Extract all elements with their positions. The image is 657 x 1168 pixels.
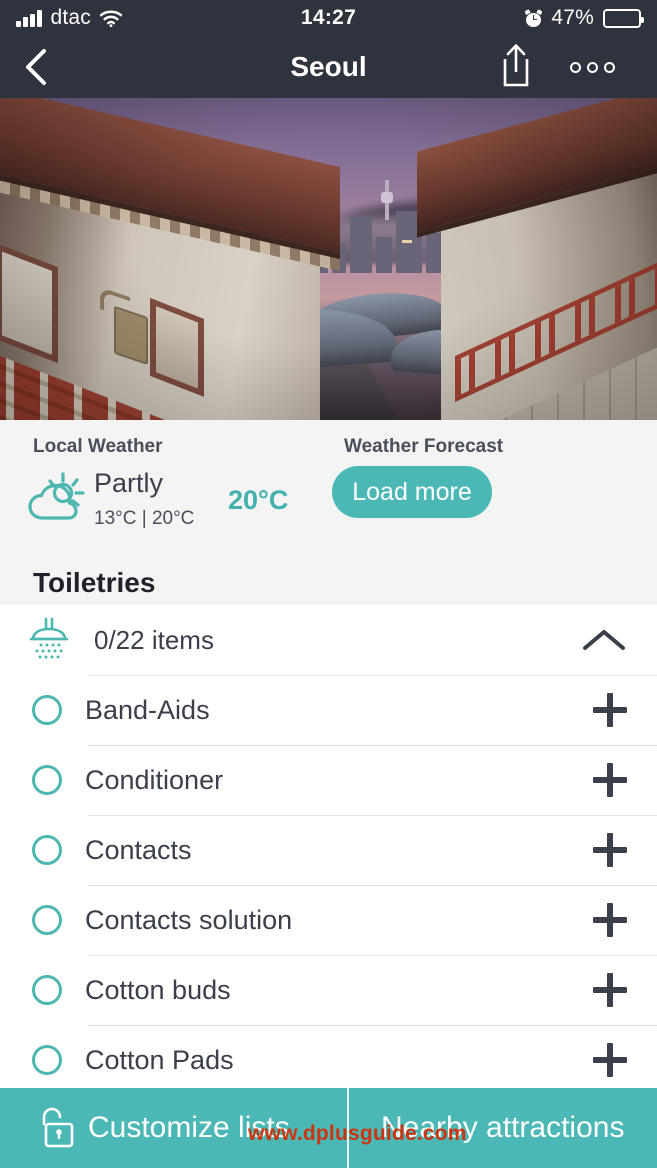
item-checkbox[interactable] [32, 835, 62, 865]
weather-range: 13°C | 20°C [94, 508, 195, 529]
item-checkbox[interactable] [32, 765, 62, 795]
more-options-icon [604, 61, 615, 73]
list-header-row[interactable]: 0/22 items [0, 605, 657, 675]
open-padlock-icon [38, 1106, 78, 1150]
add-item-button[interactable] [593, 973, 627, 1007]
battery-percent-label: 47% [551, 6, 594, 29]
alarm-clock-icon [524, 8, 544, 27]
vignette-overlay [0, 98, 657, 420]
more-options-icon [587, 61, 598, 73]
list-item[interactable]: Cotton buds [0, 955, 657, 1025]
partly-cloudy-icon [26, 472, 92, 524]
more-options-button[interactable] [570, 61, 615, 73]
chevron-up-icon [583, 630, 625, 650]
item-label: Cotton Pads [85, 1044, 234, 1075]
status-bar-right: 47% [524, 6, 644, 30]
weather-forecast-label: Weather Forecast [344, 436, 504, 457]
item-label: Contacts [85, 834, 192, 865]
collapse-section-button[interactable] [581, 625, 627, 655]
toiletries-list: 0/22 items Band-Aids Conditioner Contact… [0, 605, 657, 1095]
share-button[interactable] [496, 42, 536, 93]
section-title: Toiletries [0, 560, 657, 605]
item-checkbox[interactable] [32, 905, 62, 935]
item-checkbox[interactable] [32, 1045, 62, 1075]
weather-panel: Local Weather Weather Forecast Partly 13… [0, 420, 657, 560]
destination-hero-image [0, 98, 657, 420]
nav-actions [496, 42, 657, 93]
load-more-button[interactable]: Load more [332, 466, 492, 518]
add-item-button[interactable] [593, 1043, 627, 1077]
item-label: Cotton buds [85, 974, 231, 1005]
weather-current-temp: 20°C [228, 485, 289, 515]
site-watermark: www.dplusguide.com [248, 1122, 467, 1145]
local-weather-label: Local Weather [33, 436, 163, 457]
add-item-button[interactable] [593, 903, 627, 937]
item-label: Band-Aids [85, 694, 210, 725]
phone-screen: dtac 14:27 47% Seoul Local Weather Weath… [0, 0, 657, 1168]
add-item-button[interactable] [593, 833, 627, 867]
item-checkbox[interactable] [32, 975, 62, 1005]
list-item[interactable]: Contacts solution [0, 885, 657, 955]
list-item[interactable]: Contacts [0, 815, 657, 885]
item-label: Conditioner [85, 764, 224, 795]
item-checkbox[interactable] [32, 695, 62, 725]
list-item[interactable]: Band-Aids [0, 675, 657, 745]
item-label: Contacts solution [85, 904, 293, 935]
items-count-label: 0/22 items [94, 624, 214, 655]
list-item[interactable]: Conditioner [0, 745, 657, 815]
back-button[interactable] [0, 36, 72, 98]
add-item-button[interactable] [593, 763, 627, 797]
weather-condition: Partly [94, 468, 164, 498]
add-item-button[interactable] [593, 693, 627, 727]
back-chevron-icon [26, 49, 46, 85]
shower-icon [26, 617, 72, 663]
status-bar: dtac 14:27 47% [0, 0, 657, 36]
more-options-icon [570, 61, 581, 73]
share-icon [503, 43, 529, 86]
list-item[interactable]: Cotton Pads [0, 1025, 657, 1095]
navigation-bar: Seoul [0, 36, 657, 98]
battery-icon [603, 8, 644, 28]
